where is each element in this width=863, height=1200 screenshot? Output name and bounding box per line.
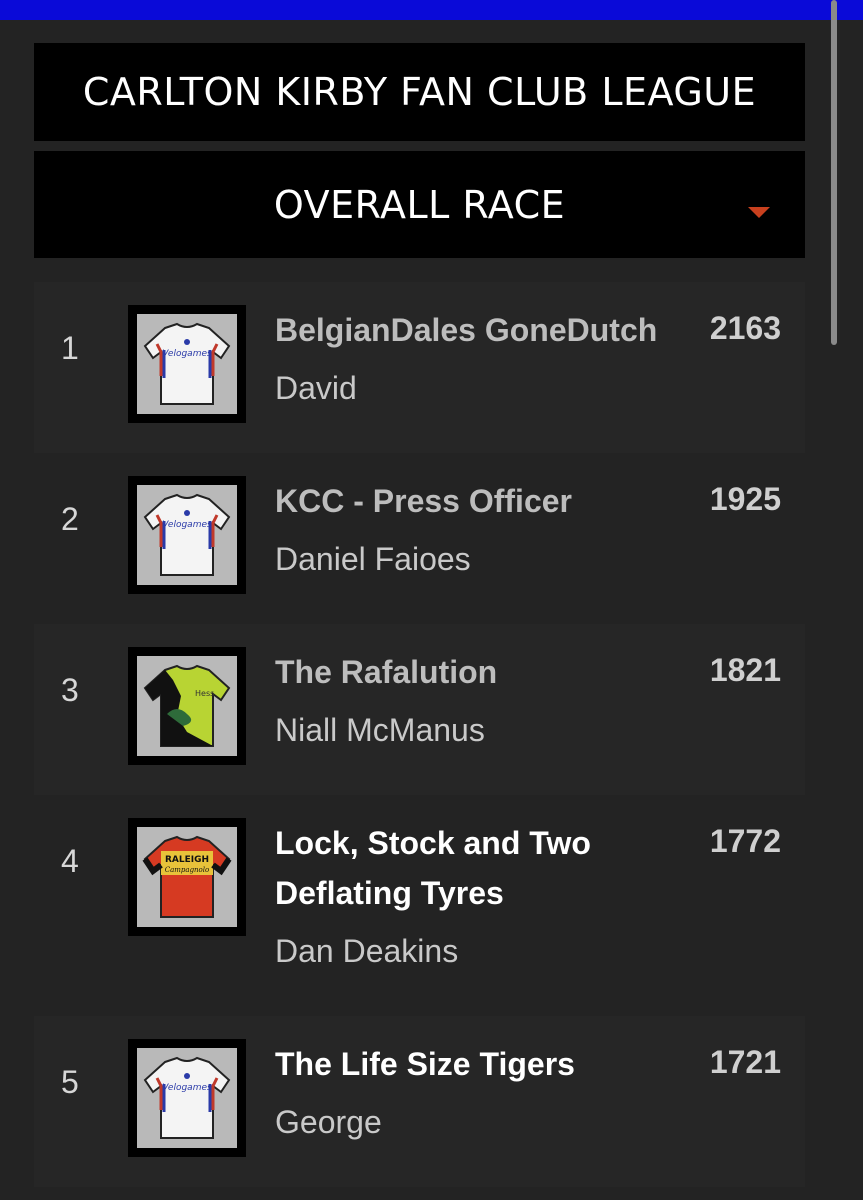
svg-text:Velogames: Velogames — [162, 520, 212, 530]
standings-row[interactable]: 3 Hess The Rafalution Niall McManus 1821 — [34, 624, 805, 795]
league-header: CARLTON KIRBY FAN CLUB LEAGUE — [34, 43, 805, 141]
scrollbar[interactable] — [831, 0, 837, 345]
race-dropdown[interactable]: OVERALL RACE — [34, 151, 805, 258]
svg-text:Velogames: Velogames — [162, 349, 212, 359]
raleigh-red-yellow-jersey-icon: RALEIGH Campagnolo — [128, 818, 246, 936]
team-name[interactable]: The Life Size Tigers — [275, 1039, 685, 1089]
team-name[interactable]: The Rafalution — [275, 647, 685, 697]
caret-down-icon[interactable] — [748, 207, 770, 218]
velogames-white-jersey-icon: Velogames — [128, 1039, 246, 1157]
league-title: CARLTON KIRBY FAN CLUB LEAGUE — [82, 70, 757, 114]
svg-text:Velogames: Velogames — [162, 1083, 212, 1093]
standings-row[interactable]: 5 Velogames The Life Size Tigers George … — [34, 1016, 805, 1187]
rank: 4 — [61, 843, 79, 879]
standings-row[interactable]: 1 Velogames BelgianDales GoneDutch David… — [34, 282, 805, 453]
manager-name: Dan Deakins — [275, 933, 459, 969]
rank: 2 — [61, 501, 79, 537]
manager-name: George — [275, 1104, 382, 1140]
svg-text:Campagnolo: Campagnolo — [165, 866, 209, 874]
green-black-jersey-icon: Hess — [128, 647, 246, 765]
points: 2163 — [709, 310, 781, 346]
rank: 1 — [61, 330, 79, 366]
manager-name: Daniel Faioes — [275, 541, 471, 577]
team-name[interactable]: KCC - Press Officer — [275, 476, 685, 526]
race-dropdown-label: OVERALL RACE — [273, 182, 566, 227]
svg-text:RALEIGH: RALEIGH — [165, 855, 209, 865]
manager-name: Niall McManus — [275, 712, 485, 748]
standings-list: 1 Velogames BelgianDales GoneDutch David… — [34, 282, 805, 1200]
team-name[interactable]: BelgianDales GoneDutch — [275, 305, 685, 355]
points: 1821 — [709, 652, 781, 688]
manager-name: David — [275, 370, 357, 406]
velogames-white-jersey-icon: Velogames — [128, 305, 246, 423]
points: 1925 — [709, 481, 781, 517]
rank: 5 — [61, 1064, 79, 1100]
svg-text:Hess: Hess — [195, 689, 214, 698]
team-name[interactable]: Lock, Stock and Two Deflating Tyres — [275, 818, 685, 918]
points: 1772 — [709, 823, 781, 859]
standings-row[interactable]: 2 Velogames KCC - Press Officer Daniel F… — [34, 453, 805, 624]
standings-row[interactable]: 4 RALEIGH Campagnolo Lock, Stock and Two… — [34, 795, 805, 1016]
velogames-white-jersey-icon: Velogames — [128, 476, 246, 594]
status-bar — [0, 0, 863, 20]
rank: 3 — [61, 672, 79, 708]
points: 1721 — [709, 1044, 781, 1080]
